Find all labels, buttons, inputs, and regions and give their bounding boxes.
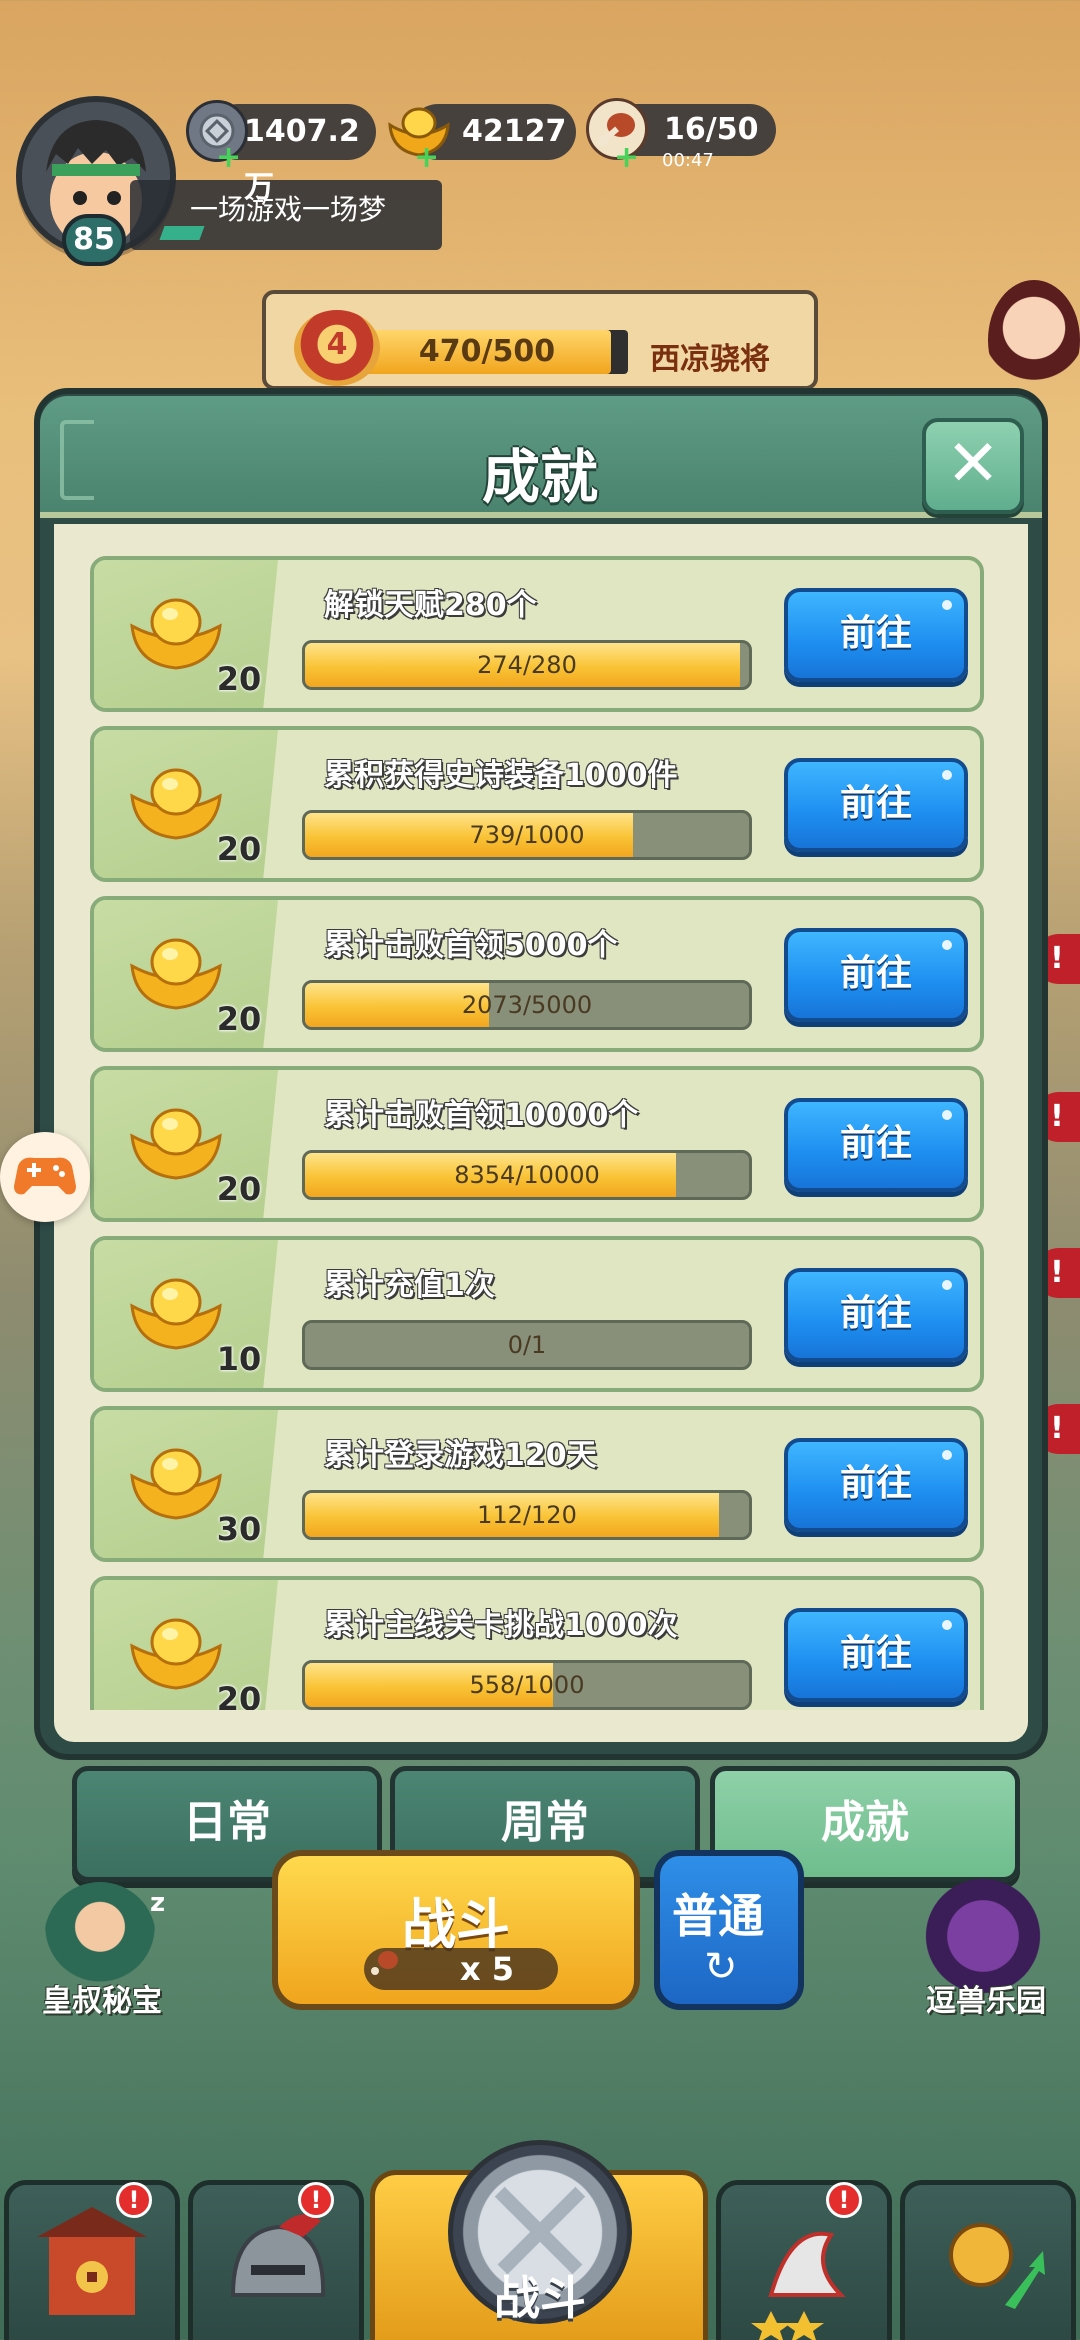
mode-label: 普通 (672, 1889, 764, 1943)
achievement-title: 累计主线关卡挑战1000次 (324, 1608, 678, 1643)
rank-progress-bar: 470/500 (346, 330, 628, 374)
hero-emblem-icon (751, 2231, 846, 2340)
achievement-title: 累积获得史诗装备1000件 (324, 758, 678, 793)
go-button[interactable]: 前往 (784, 588, 968, 682)
achievement-progress-bar: 558/1000 (302, 1660, 752, 1710)
go-button[interactable]: 前往 (784, 1438, 968, 1532)
achievement-title: 累计击败首领5000个 (324, 928, 618, 963)
achievement-progress-bar: 8354/10000 (302, 1150, 752, 1200)
modal-title: 成就 (481, 443, 598, 511)
achievement-progress-text: 112/120 (477, 1501, 577, 1529)
achievement-item: 30 累计登录游戏120天 112/120 前往 (90, 1406, 984, 1562)
achievement-title: 累计登录游戏120天 (324, 1438, 597, 1473)
stamina-add-button[interactable]: + (614, 143, 639, 173)
go-button[interactable]: 前往 (784, 758, 968, 852)
go-button[interactable]: 前往 (784, 1098, 968, 1192)
achievement-item: 20 累积获得史诗装备1000件 739/1000 前往 (90, 726, 984, 882)
achievement-item: 20 累计击败首领10000个 8354/10000 前往 (90, 1066, 984, 1222)
battle-cost-value: x 5 (460, 1950, 515, 1988)
gold-add-button[interactable]: + (414, 143, 439, 173)
achievement-item: 20 累计主线关卡挑战1000次 558/1000 前往 (90, 1576, 984, 1710)
gamepad-icon (14, 1157, 76, 1195)
stamina-value: 16/50 (664, 112, 759, 147)
reward-count: 20 (216, 1000, 262, 1038)
nav-heroes-badge: ! (826, 2182, 862, 2218)
nav-equipment[interactable] (188, 2180, 364, 2340)
meat-cost-icon (368, 1946, 400, 1982)
achievement-item: 10 累计充值1次 0/1 前往 (90, 1236, 984, 1392)
reward-count: 30 (216, 1510, 262, 1548)
floating-gamepad-button[interactable] (0, 1132, 90, 1222)
achievement-item: 20 解锁天赋280个 274/280 前往 (90, 556, 984, 712)
nav-city[interactable] (4, 2180, 180, 2340)
achievement-progress-bar: 739/1000 (302, 810, 752, 860)
achievement-progress-text: 2073/5000 (461, 991, 593, 1019)
achievement-title: 累计充值1次 (324, 1268, 495, 1303)
uncle-treasure-label[interactable]: 皇叔秘宝 (42, 1976, 162, 2020)
rank-progress-text: 470/500 (418, 334, 556, 369)
upgrade-icon (949, 2223, 1045, 2309)
achievement-title: 解锁天赋280个 (324, 588, 537, 623)
player-exp-bar (159, 226, 205, 240)
rank-medal-icon: 4 (294, 310, 380, 386)
achievement-progress-bar: 112/120 (302, 1490, 752, 1540)
stamina-timer: 00:47 (662, 150, 714, 171)
silver-add-button[interactable]: + (216, 143, 241, 173)
achievement-progress-bar: 0/1 (302, 1320, 752, 1370)
achievement-title: 累计击败首领10000个 (324, 1098, 639, 1133)
achievement-item: 20 累计击败首领5000个 2073/5000 前往 (90, 896, 984, 1052)
player-level-badge: 85 (62, 214, 126, 266)
player-name: 一场游戏一场梦 (190, 193, 387, 226)
nav-city-badge: ! (116, 2182, 152, 2218)
go-button[interactable]: 前往 (784, 1268, 968, 1362)
nav-heroes[interactable] (716, 2180, 892, 2340)
achievement-progress-text: 558/1000 (469, 1671, 585, 1699)
achievement-progress-text: 8354/10000 (454, 1161, 600, 1189)
achievement-progress-text: 739/1000 (469, 821, 585, 849)
rank-title: 西凉骁将 (650, 342, 770, 377)
city-gate-icon (37, 2207, 147, 2315)
beast-park-label[interactable]: 逗兽乐园 (926, 1976, 1046, 2020)
reward-count: 20 (216, 660, 262, 698)
nav-upgrade[interactable] (900, 2180, 1076, 2340)
achievement-progress-bar: 2073/5000 (302, 980, 752, 1030)
go-button[interactable]: 前往 (784, 928, 968, 1022)
reward-count: 20 (216, 1170, 262, 1208)
achievement-progress-text: 274/280 (477, 651, 577, 679)
gold-value: 42127 (462, 114, 567, 149)
achievement-progress-bar: 274/280 (302, 640, 752, 690)
reward-count: 20 (216, 830, 262, 868)
nav-equipment-badge: ! (298, 2182, 334, 2218)
helmet-icon (230, 2214, 326, 2297)
refresh-icon: ↻ (704, 1944, 738, 1990)
sleep-indicator: z (150, 1888, 166, 1918)
nav-battle-label: 战斗 (494, 2271, 586, 2325)
achievement-progress-text: 0/1 (507, 1331, 547, 1359)
close-button[interactable]: ✕ (922, 418, 1024, 514)
reward-count: 10 (216, 1340, 262, 1378)
npc-girl-avatar[interactable] (988, 280, 1080, 400)
go-button[interactable]: 前往 (784, 1608, 968, 1702)
reward-count: 20 (216, 1680, 262, 1710)
achievement-list[interactable]: 20 解锁天赋280个 274/280 前往 20 累积获得史诗装备1000件 739/10… (84, 550, 996, 1710)
